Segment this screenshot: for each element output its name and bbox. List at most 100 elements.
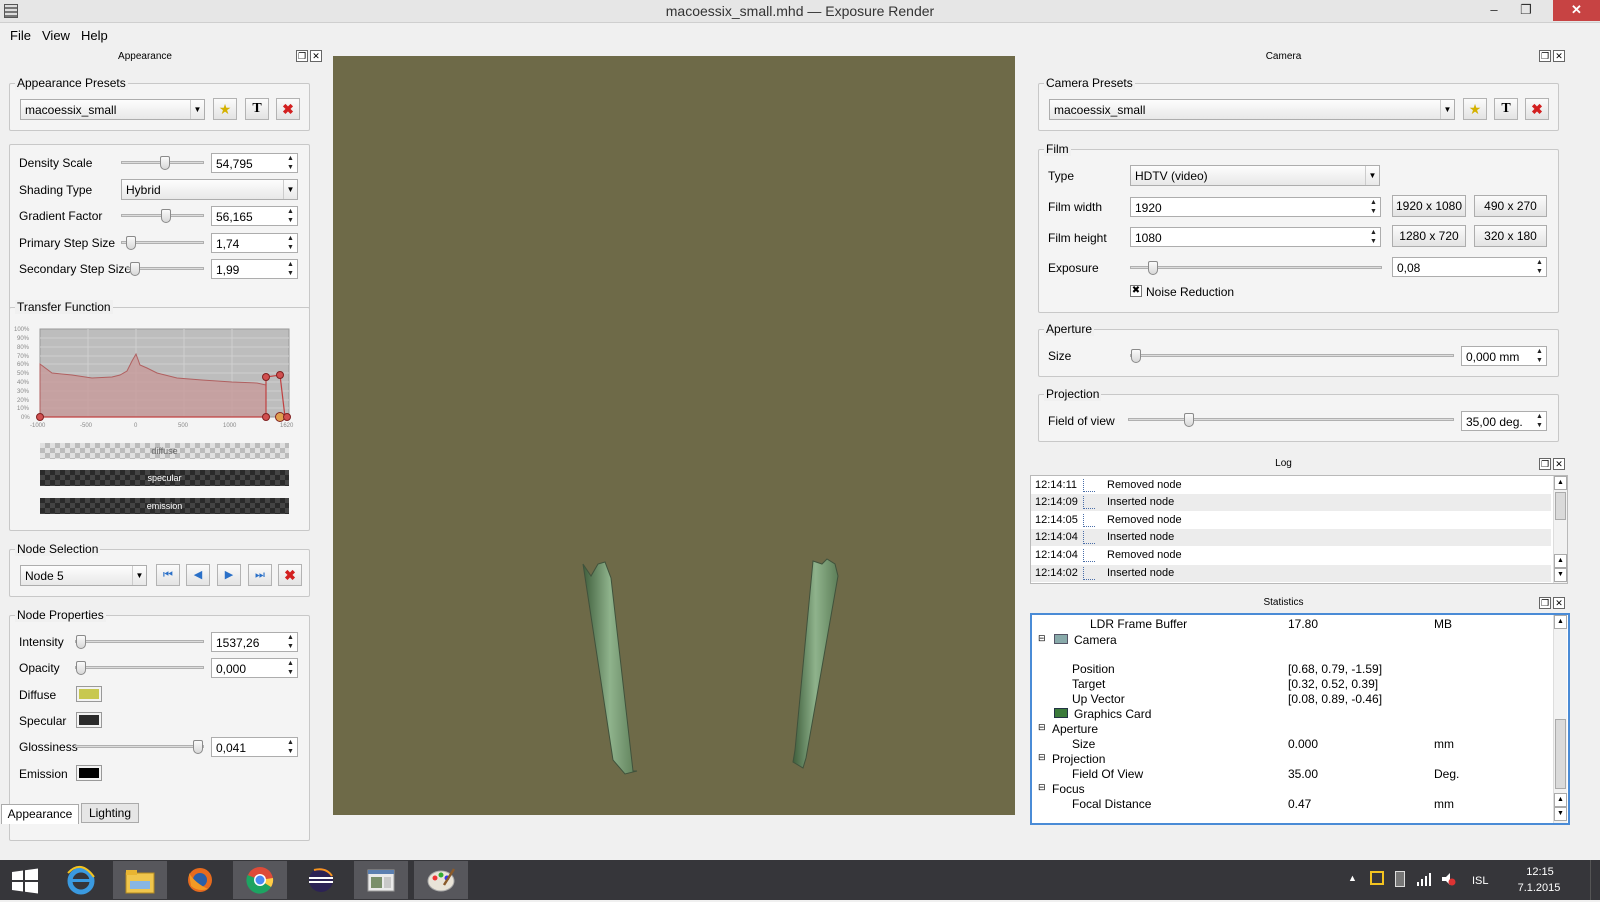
menu-file[interactable]: File bbox=[10, 28, 31, 43]
intensity-slider[interactable] bbox=[75, 635, 204, 649]
node-select[interactable]: Node 5 ▼ bbox=[20, 565, 147, 586]
transfer-function-graph[interactable]: 100% 90% 80% 70% 60% 50% 40% 30% 20% 10%… bbox=[12, 323, 302, 431]
appearance-preset-select[interactable]: macoessix_small ▼ bbox=[20, 99, 205, 120]
taskbar-firefox[interactable] bbox=[173, 861, 227, 899]
dock-float-icon[interactable]: ❐ bbox=[296, 50, 308, 62]
density-scale-slider[interactable] bbox=[121, 156, 204, 170]
dock-close-icon[interactable]: ✕ bbox=[310, 50, 322, 62]
taskbar-exposure-render[interactable] bbox=[354, 861, 408, 899]
log-scrollbar[interactable]: ▲ ▲ ▼ bbox=[1553, 476, 1567, 583]
log-row[interactable]: 12:14:11 Removed node bbox=[1031, 477, 1551, 494]
tab-lighting[interactable]: Lighting bbox=[81, 803, 139, 823]
film-height-input[interactable]: 1080 ▲ ▼ bbox=[1130, 227, 1381, 247]
field-of-view-slider[interactable] bbox=[1128, 413, 1454, 427]
volume-muted-icon[interactable] bbox=[1440, 871, 1456, 887]
density-scale-input[interactable]: 54,795 ▲ ▼ bbox=[211, 153, 298, 173]
taskbar-eclipse[interactable] bbox=[294, 861, 348, 899]
dock-float-icon[interactable]: ❐ bbox=[1539, 597, 1551, 609]
preset-rename-button[interactable]: T bbox=[245, 98, 269, 120]
camera-preset-select[interactable]: macoessix_small ▼ bbox=[1049, 99, 1455, 120]
log-list[interactable]: 12:14:11 Removed node 12:14:09 Inserted no… bbox=[1030, 475, 1568, 584]
dock-float-icon[interactable]: ❐ bbox=[1539, 458, 1551, 470]
taskbar-paint[interactable] bbox=[414, 861, 468, 899]
render-viewport[interactable] bbox=[333, 56, 1015, 815]
log-row[interactable]: 12:14:09 Inserted node bbox=[1031, 494, 1551, 511]
dock-close-icon[interactable]: ✕ bbox=[1553, 458, 1565, 470]
menu-view[interactable]: View bbox=[42, 28, 70, 43]
battery-icon[interactable] bbox=[1395, 871, 1405, 887]
minimize-button[interactable]: – bbox=[1478, 0, 1510, 21]
camera-preset-rename-button[interactable]: T bbox=[1494, 98, 1518, 120]
first-node-button[interactable]: ⏮ bbox=[156, 564, 180, 586]
camera-preset-save-button[interactable]: ★ bbox=[1463, 98, 1487, 120]
taskbar-chrome[interactable] bbox=[233, 861, 287, 899]
next-node-button[interactable]: ▶ bbox=[217, 564, 241, 586]
tray-chevron-icon[interactable]: ▲ bbox=[1348, 873, 1357, 883]
opacity-input[interactable]: 0,000 ▲ ▼ bbox=[211, 658, 298, 678]
scroll-up-icon[interactable]: ▲ bbox=[1554, 554, 1567, 568]
field-of-view-input[interactable]: 35,00 deg. ▲ ▼ bbox=[1461, 411, 1547, 431]
intensity-input[interactable]: 1537,26 ▲ ▼ bbox=[211, 632, 298, 652]
show-desktop-button[interactable] bbox=[1590, 860, 1600, 900]
primary-step-input[interactable]: 1,74 ▲ ▼ bbox=[211, 233, 298, 253]
dock-close-icon[interactable]: ✕ bbox=[1553, 50, 1565, 62]
preset-490x270-button[interactable]: 490 x 270 bbox=[1474, 195, 1547, 217]
secondary-step-slider[interactable] bbox=[126, 262, 204, 276]
opacity-slider[interactable] bbox=[75, 661, 204, 675]
previous-node-button[interactable]: ◀ bbox=[186, 564, 210, 586]
input-language[interactable]: ISL bbox=[1472, 875, 1489, 887]
network-signal-icon[interactable] bbox=[1416, 871, 1432, 887]
dock-close-icon[interactable]: ✕ bbox=[1553, 597, 1565, 609]
log-row[interactable]: 12:14:04 Inserted node bbox=[1031, 529, 1551, 546]
statistics-scrollbar[interactable]: ▲ ▲ ▼ bbox=[1553, 615, 1567, 823]
collapse-icon[interactable]: ⊟ bbox=[1038, 633, 1046, 644]
scroll-up-icon[interactable]: ▲ bbox=[1554, 476, 1567, 490]
aperture-size-slider[interactable] bbox=[1130, 349, 1454, 363]
statistics-tree[interactable]: LDR Frame Buffer 17.80 MB ⊟ Camera Position… bbox=[1030, 613, 1570, 825]
emission-color-button[interactable] bbox=[76, 765, 102, 781]
preset-1280x720-button[interactable]: 1280 x 720 bbox=[1392, 225, 1466, 247]
clock-date[interactable]: 7.1.2015 bbox=[1508, 882, 1570, 894]
preset-320x180-button[interactable]: 320 x 180 bbox=[1474, 225, 1547, 247]
exposure-input[interactable]: 0,08 ▲ ▼ bbox=[1392, 257, 1547, 277]
scroll-thumb[interactable] bbox=[1555, 719, 1566, 789]
clock-time[interactable]: 12:15 bbox=[1514, 866, 1566, 878]
collapse-icon[interactable]: ⊟ bbox=[1038, 722, 1046, 733]
film-width-input[interactable]: 1920 ▲ ▼ bbox=[1130, 197, 1381, 217]
gradient-factor-input[interactable]: 56,165 ▲ ▼ bbox=[211, 206, 298, 226]
scroll-up-icon[interactable]: ▲ bbox=[1554, 615, 1567, 629]
secondary-step-input[interactable]: 1,99 ▲ ▼ bbox=[211, 259, 298, 279]
restore-button[interactable]: ❐ bbox=[1510, 0, 1542, 21]
dock-float-icon[interactable]: ❐ bbox=[1539, 50, 1551, 62]
glossiness-slider[interactable] bbox=[75, 740, 204, 754]
start-button[interactable] bbox=[0, 861, 54, 899]
aperture-size-input[interactable]: 0,000 mm ▲ ▼ bbox=[1461, 346, 1547, 366]
diffuse-color-button[interactable] bbox=[76, 686, 102, 702]
tab-appearance[interactable]: Appearance bbox=[1, 804, 79, 824]
taskbar-ie[interactable] bbox=[54, 861, 108, 899]
scroll-up-icon[interactable]: ▲ bbox=[1554, 793, 1567, 807]
preset-delete-button[interactable]: ✖ bbox=[276, 98, 300, 120]
delete-node-button[interactable]: ✖ bbox=[278, 564, 302, 586]
collapse-icon[interactable]: ⊟ bbox=[1038, 752, 1046, 763]
scroll-down-icon[interactable]: ▼ bbox=[1554, 568, 1567, 582]
taskbar-explorer[interactable] bbox=[113, 861, 167, 899]
film-type-select[interactable]: HDTV (video) ▼ bbox=[1130, 165, 1380, 186]
primary-step-slider[interactable] bbox=[121, 236, 204, 250]
scroll-thumb[interactable] bbox=[1555, 492, 1566, 520]
preset-1920x1080-button[interactable]: 1920 x 1080 bbox=[1392, 195, 1466, 217]
gradient-factor-slider[interactable] bbox=[121, 209, 204, 223]
preset-save-button[interactable]: ★ bbox=[213, 98, 237, 120]
glossiness-input[interactable]: 0,041 ▲ ▼ bbox=[211, 737, 298, 757]
close-button[interactable]: ✕ bbox=[1553, 0, 1600, 21]
specular-color-button[interactable] bbox=[76, 712, 102, 728]
log-row[interactable]: 12:14:02 Inserted node bbox=[1031, 565, 1551, 582]
log-row[interactable]: 12:14:04 Removed node bbox=[1031, 547, 1551, 564]
camera-preset-delete-button[interactable]: ✖ bbox=[1525, 98, 1549, 120]
last-node-button[interactable]: ⏭ bbox=[248, 564, 272, 586]
shading-type-select[interactable]: Hybrid ▼ bbox=[121, 179, 298, 200]
menu-help[interactable]: Help bbox=[81, 28, 108, 43]
action-center-flag-icon[interactable] bbox=[1370, 871, 1384, 885]
noise-reduction-checkbox[interactable]: ✖ bbox=[1130, 285, 1142, 297]
collapse-icon[interactable]: ⊟ bbox=[1038, 782, 1046, 793]
